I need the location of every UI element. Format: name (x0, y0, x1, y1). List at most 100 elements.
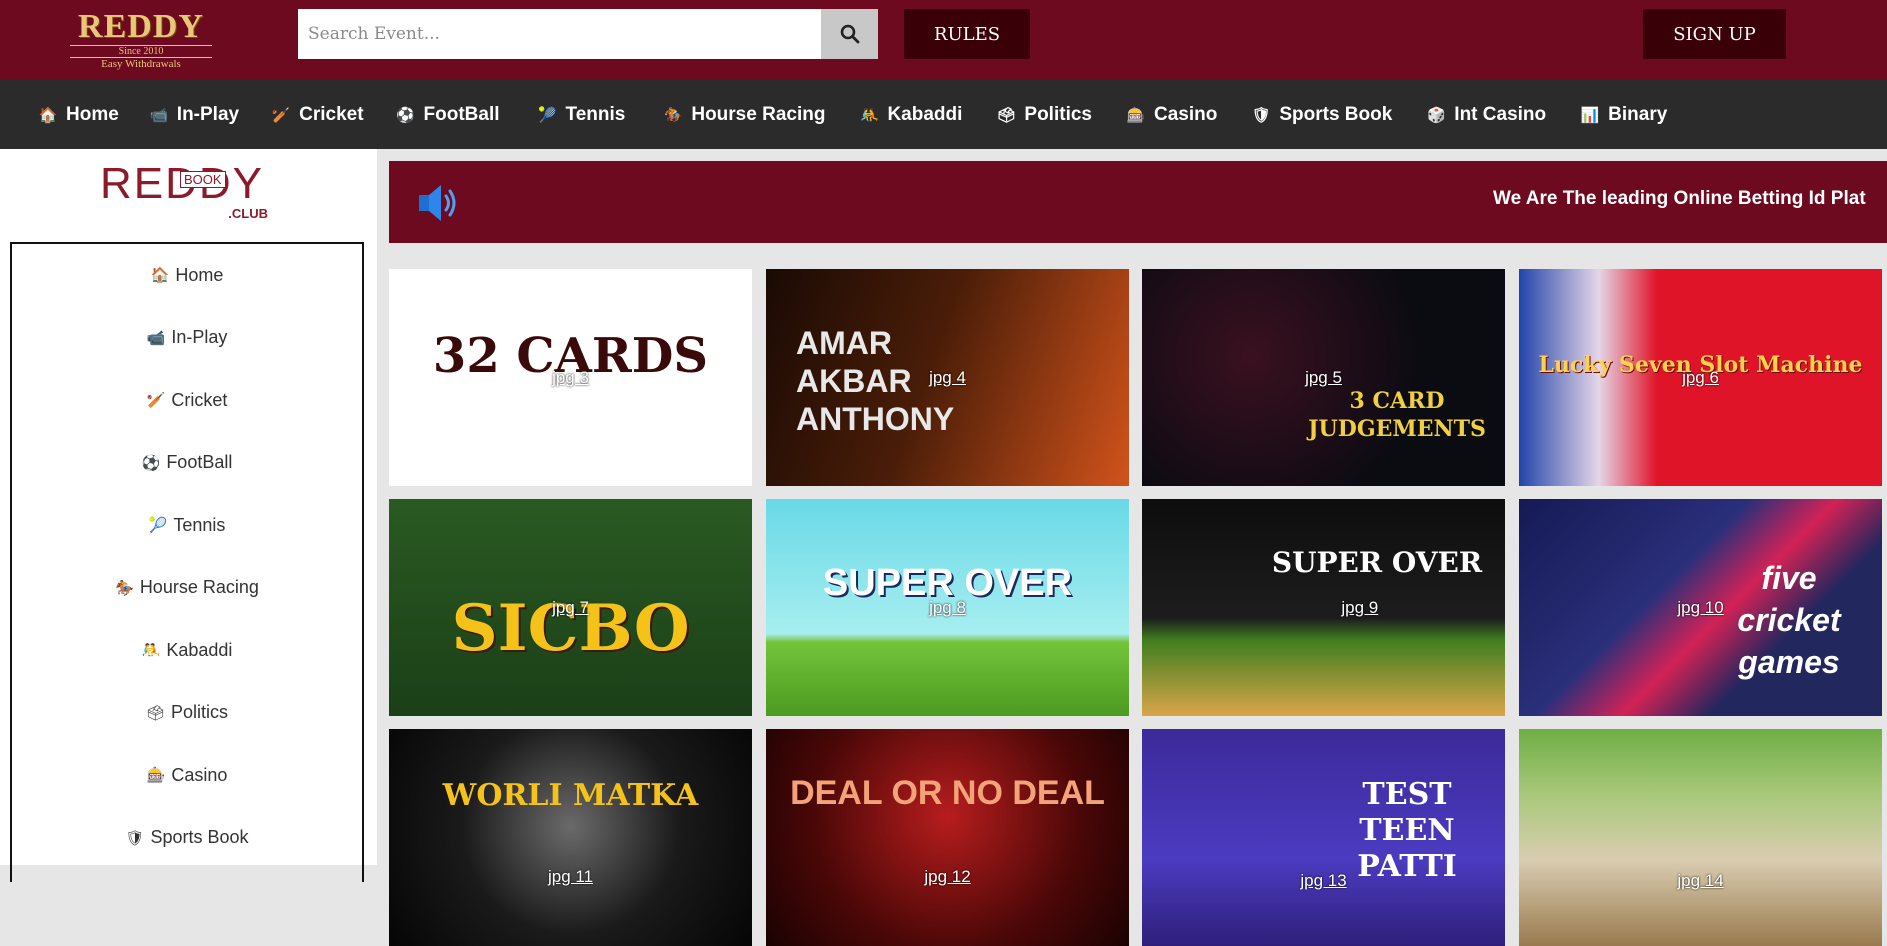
tennis-icon: 🎾 (538, 106, 557, 124)
game-tile[interactable]: 3 CARD JUDGEMENTS jpg 5 (1142, 269, 1505, 486)
game-tile[interactable]: AMAR AKBAR ANTHONY jpg 4 (766, 269, 1129, 486)
nav-item-label: In-Play (176, 103, 240, 125)
speaker-icon[interactable] (415, 179, 463, 227)
main-nav: 🏠 Home 📹 In-Play 🏏 Cricket ⚽ FootBall 🎾 Tenni… (0, 80, 1887, 149)
game-tile[interactable]: five cricket games jpg 10 (1519, 499, 1882, 716)
sidebar-logo-club: .CLUB (228, 206, 268, 221)
home-icon: 🏠 (38, 106, 58, 124)
nav-item-label: Home (66, 103, 119, 125)
nav-item-tennis[interactable]: 🎾 Tennis (538, 95, 638, 135)
game-label: jpg 10 (1677, 597, 1724, 617)
kabaddi-icon: 🤼 (141, 642, 161, 660)
game-tile[interactable]: Lucky Seven Slot Machine jpg 6 (1519, 269, 1882, 486)
nav-item-label: FootBall (423, 103, 500, 125)
sidebar-item-home[interactable]: 🏠 Home (12, 244, 362, 307)
site-logo[interactable]: REDDY Since 2010 Easy Withdrawals (36, 8, 246, 70)
nav-item-int-casino[interactable]: 🎲 Int Casino (1426, 95, 1558, 135)
logo-brand: REDDY (78, 8, 204, 45)
sidebar-item-kabaddi[interactable]: 🤼 Kabaddi (12, 619, 362, 682)
game-tile[interactable]: DEAL OR NO DEAL jpg 12 (766, 729, 1129, 946)
nav-item-label: Sports Book (1279, 103, 1393, 125)
main-content: We Are The leading Online Betting Id Pla… (377, 149, 1887, 946)
sidebar-item-cricket[interactable]: 🏏 Cricket (12, 369, 362, 432)
sidebar-item-tennis[interactable]: 🎾 Tennis (12, 494, 362, 557)
announcement-banner: We Are The leading Online Betting Id Pla… (389, 161, 1887, 243)
sidebar-item-in-play[interactable]: 📹 In-Play (12, 307, 362, 370)
nav-item-label: Casino (1153, 103, 1218, 125)
search-button[interactable] (821, 9, 878, 59)
football-icon: ⚽ (396, 106, 415, 124)
nav-item-sports-book[interactable]: 🛡 Sports Book (1251, 95, 1404, 135)
top-header: REDDY Since 2010 Easy Withdrawals RULES … (0, 0, 1887, 80)
sidebar-item-sports-book[interactable]: 🛡 Sports Book (12, 807, 362, 870)
sidebar-item-casino[interactable]: 🎰 Casino (12, 744, 362, 807)
game-label: jpg 3 (552, 367, 589, 387)
banner-marquee-text: We Are The leading Online Betting Id Pla… (1493, 188, 1866, 209)
game-title: five cricket games (1737, 560, 1841, 680)
nav-item-label: Cricket (299, 103, 364, 125)
game-label: jpg 4 (929, 367, 966, 387)
search-bar (298, 9, 878, 59)
signup-button[interactable]: SIGN UP (1643, 9, 1786, 59)
nav-item-label: Int Casino (1454, 103, 1547, 125)
game-tile[interactable]: 32 CARDS jpg 3 (389, 269, 752, 486)
nav-item-football[interactable]: ⚽ FootBall (396, 95, 512, 135)
dice-icon: 🎲 (1426, 106, 1446, 124)
football-icon: ⚽ (141, 454, 161, 472)
nav-item-label: Hourse Racing (691, 103, 826, 125)
game-title: WORLI MATKA (442, 778, 699, 813)
game-tile[interactable]: SUPER OVER jpg 9 (1142, 499, 1505, 716)
sidebar-item-football[interactable]: ⚽ FootBall (12, 432, 362, 495)
game-title: TEST TEEN PATTI (1357, 777, 1457, 884)
game-label: jpg 6 (1682, 367, 1719, 387)
logo-since: Since 2010 (70, 45, 212, 58)
game-label: jpg 8 (929, 597, 966, 617)
nav-item-politics[interactable]: 🗳 Politics (996, 95, 1104, 135)
sidebar-logo[interactable]: REDDY BOOK .CLUB (100, 161, 272, 222)
rules-button[interactable]: RULES (904, 9, 1030, 59)
cricket-icon: 🏏 (146, 392, 166, 410)
game-label: jpg 5 (1305, 367, 1342, 387)
game-label: jpg 12 (924, 866, 971, 886)
nav-item-binary[interactable]: 📊 Binary (1580, 95, 1679, 135)
search-icon (840, 24, 859, 44)
horse-racing-icon: 🏇 (664, 106, 683, 124)
shield-icon: 🛡 (125, 829, 145, 847)
game-tile[interactable]: jpg 14 (1519, 729, 1882, 946)
logo-tagline: Easy Withdrawals (101, 58, 181, 70)
slot-machine-icon: 🎰 (1126, 106, 1146, 124)
search-input[interactable] (298, 9, 821, 59)
nav-item-in-play[interactable]: 📹 In-Play (149, 95, 251, 135)
sidebar-item-horse-racing[interactable]: 🏇 Hourse Racing (12, 557, 362, 620)
camera-icon: 📹 (149, 106, 169, 124)
ballot-icon: 🗳 (145, 704, 166, 722)
game-label: jpg 14 (1677, 870, 1724, 890)
game-title: SUPER OVER (1271, 546, 1483, 579)
nav-item-label: Kabaddi (887, 103, 963, 125)
slot-machine-icon: 🎰 (146, 767, 166, 785)
nav-item-label: Tennis (565, 103, 626, 125)
sidebar-item-politics[interactable]: 🗳 Politics (12, 682, 362, 745)
game-tile[interactable]: TEST TEEN PATTI jpg 13 (1142, 729, 1505, 946)
game-tile[interactable]: WORLI MATKA jpg 11 (389, 729, 752, 946)
camera-icon: 📹 (146, 329, 166, 347)
game-tile[interactable]: SUPER OVER jpg 8 (766, 499, 1129, 716)
horse-racing-icon: 🏇 (115, 579, 134, 597)
sidebar-item-label: Politics (171, 702, 229, 723)
game-title: 3 CARD JUDGEMENTS (1308, 388, 1486, 442)
game-label: jpg 13 (1300, 870, 1347, 890)
chart-icon: 📊 (1580, 106, 1600, 124)
shield-icon: 🛡 (1251, 106, 1271, 124)
nav-item-horse-racing[interactable]: 🏇 Hourse Racing (663, 95, 837, 135)
sidebar-item-label: Home (175, 264, 224, 285)
nav-item-cricket[interactable]: 🏏 Cricket (271, 95, 375, 135)
nav-item-home[interactable]: 🏠 Home (38, 95, 131, 135)
sidebar-item-label: Hourse Racing (139, 577, 259, 598)
nav-item-kabaddi[interactable]: 🤼 Kabaddi (859, 95, 974, 135)
nav-item-casino[interactable]: 🎰 Casino (1126, 95, 1229, 135)
nav-item-label: Politics (1024, 103, 1092, 125)
kabaddi-icon: 🤼 (860, 106, 879, 124)
game-tile[interactable]: SICBO jpg 7 (389, 499, 752, 716)
game-label: jpg 11 (547, 866, 594, 886)
sidebar-item-label: FootBall (166, 452, 233, 473)
